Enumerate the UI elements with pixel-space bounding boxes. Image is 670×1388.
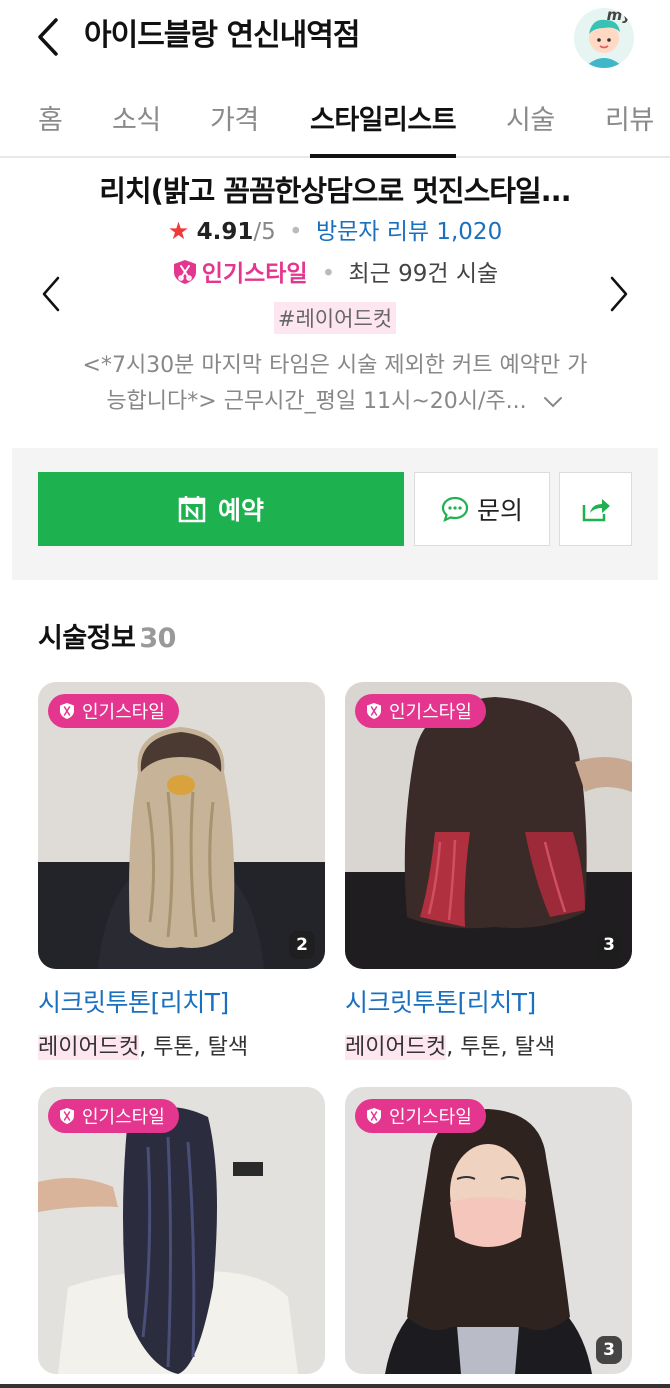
tab-home[interactable]: 홈 (38, 98, 63, 137)
tab-price[interactable]: 가격 (210, 98, 259, 137)
rating-row: ★ 4.91/5 • 방문자 리뷰 1,020 (0, 212, 670, 246)
hashtag[interactable]: #레이어드컷 (273, 302, 397, 334)
service-tag-highlight: 레이어드컷 (345, 1035, 447, 1060)
chevron-left-icon (38, 18, 58, 56)
service-tags: 레이어드컷, 투톤, 탈색 (345, 1029, 632, 1061)
popular-style-badge: 인기스타일 (48, 1099, 179, 1133)
popular-style-label: 인기스타일 (201, 261, 308, 287)
rating-score: 4.91 (196, 219, 254, 245)
service-card-image[interactable]: 인기스타일 3 (345, 1087, 632, 1374)
back-button[interactable] (30, 14, 70, 60)
tab-treatment[interactable]: 시술 (506, 98, 555, 137)
inquiry-label: 문의 (476, 496, 523, 525)
rating-max: /5 (253, 219, 276, 245)
service-card[interactable]: 인기스타일 (38, 1087, 325, 1374)
service-card[interactable]: 인기스타일 3 (345, 1087, 632, 1374)
service-card-image[interactable]: 인기스타일 2 (38, 682, 325, 969)
notice-line: <*7시30분 마지막 타임은 시술 제외한 커트 예약만 가 (82, 353, 588, 378)
service-count: 30 (139, 623, 176, 654)
service-tags-rest: , 투톤, 탈색 (139, 1035, 249, 1060)
service-tags: 레이어드컷, 투톤, 탈색 (38, 1029, 325, 1061)
chat-bubble-icon (441, 496, 469, 522)
badge-label: 인기스타일 (82, 1107, 165, 1128)
visitor-review-link[interactable]: 방문자 리뷰 1,020 (316, 219, 502, 245)
popular-style-badge: 인기스타일 (48, 694, 179, 728)
bottom-edge (0, 1384, 670, 1388)
popular-style-badge: 인기스타일 (172, 260, 316, 287)
hashtag-row: #레이어드컷 (0, 302, 670, 334)
reserve-label: 예약 (217, 496, 264, 525)
share-icon (582, 499, 610, 522)
star-icon: ★ (167, 217, 190, 245)
section-title-text: 시술정보 (38, 623, 136, 654)
popular-style-badge: 인기스타일 (355, 1099, 486, 1133)
scissors-shield-icon (367, 1108, 381, 1124)
page-title: 아이드블랑 연신내역점 (84, 18, 360, 53)
separator-dot: • (321, 261, 336, 287)
service-card[interactable]: 인기스타일 3 시크릿투톤[리치T] 레이어드컷, 투톤, 탈색 (345, 682, 632, 1061)
chevron-down-icon[interactable] (542, 395, 564, 409)
share-button[interactable] (559, 472, 632, 546)
service-title[interactable]: 시크릿투톤[리치T] (38, 983, 325, 1019)
scissors-shield-icon (173, 260, 196, 284)
tab-stylist[interactable]: 스타일리스트 (310, 98, 457, 137)
photo-count: 3 (596, 1336, 622, 1364)
badge-label: 인기스타일 (389, 1107, 472, 1128)
service-title[interactable]: 시크릿투톤[리치T] (345, 983, 632, 1019)
popular-row: 인기스타일 • 최근 99건 시술 (0, 254, 670, 288)
tab-review[interactable]: 리뷰 (605, 98, 654, 137)
avatar-label: my (606, 8, 632, 24)
my-avatar-button[interactable]: my (574, 8, 634, 68)
badge-label: 인기스타일 (82, 702, 165, 723)
tab-news[interactable]: 소식 (112, 98, 161, 137)
service-tags-rest: , 투톤, 탈색 (446, 1035, 556, 1060)
photo-count: 2 (289, 931, 315, 959)
notice-line-with-expand: 능합니다*> 근무시간_평일 11시~20시/주... (70, 384, 600, 420)
scissors-shield-icon (60, 703, 74, 719)
service-card-image[interactable]: 인기스타일 3 (345, 682, 632, 969)
recent-count: 최근 99건 시술 (348, 261, 499, 287)
designer-notice[interactable]: <*7시30분 마지막 타임은 시술 제외한 커트 예약만 가 능합니다*> 근… (70, 348, 600, 420)
service-section-title: 시술정보 30 (38, 616, 176, 655)
scissors-shield-icon (367, 703, 381, 719)
separator-dot: • (289, 219, 303, 245)
scissors-shield-icon (60, 1108, 74, 1124)
designer-profile: 리치(밝고 꼼꼼한상담으로 멋진스타일... ★ 4.91/5 • 방문자 리뷰… (0, 158, 670, 448)
notice-line: 능합니다*> 근무시간_평일 11시~20시/주... (106, 389, 527, 414)
service-tag-highlight: 레이어드컷 (38, 1035, 140, 1060)
service-card[interactable]: 인기스타일 2 시크릿투톤[리치T] 레이어드컷, 투톤, 탈색 (38, 682, 325, 1061)
popular-style-badge: 인기스타일 (355, 694, 486, 728)
reserve-button[interactable]: 예약 (38, 472, 404, 546)
badge-label: 인기스타일 (389, 702, 472, 723)
designer-name: 리치(밝고 꼼꼼한상담으로 멋진스타일... (99, 174, 571, 208)
inquiry-button[interactable]: 문의 (414, 472, 550, 546)
tab-bar: 홈 소식 가격 스타일리스트 시술 리뷰 (0, 84, 670, 158)
service-card-image[interactable]: 인기스타일 (38, 1087, 325, 1374)
top-bar: 아이드블랑 연신내역점 my (0, 0, 670, 80)
calendar-n-icon (178, 496, 206, 523)
photo-count: 3 (596, 931, 622, 959)
